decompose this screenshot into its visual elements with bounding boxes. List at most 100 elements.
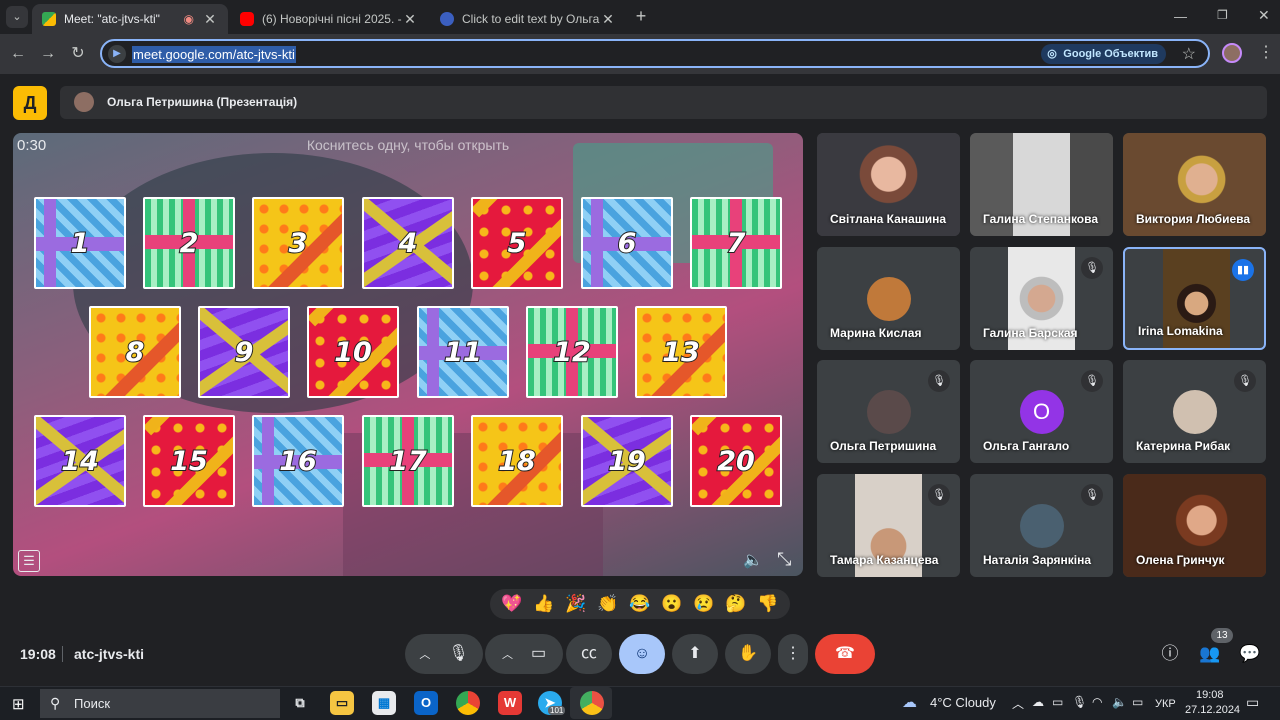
chrome-icon[interactable] bbox=[456, 691, 480, 715]
new-tab-button[interactable]: + bbox=[632, 6, 650, 26]
presentation-stage[interactable]: 0:30 Коснитесь одну, чтобы открыть 1 2 3… bbox=[13, 133, 803, 576]
gift-box[interactable]: 16 bbox=[252, 415, 344, 507]
party-popper-emoji[interactable]: 🎉 bbox=[565, 594, 586, 614]
close-tab-icon[interactable]: ✕ bbox=[402, 11, 418, 28]
close-tab-icon[interactable]: ✕ bbox=[202, 11, 218, 28]
gift-box[interactable]: 3 bbox=[252, 197, 344, 289]
participant-tile[interactable]: 🎙 Галина Барская bbox=[970, 247, 1113, 350]
tab-meet[interactable]: Meet: "atc-jtvs-kti" ◉ ✕ bbox=[32, 4, 228, 34]
gift-box[interactable]: 14 bbox=[34, 415, 126, 507]
volume-icon[interactable]: 🔈 bbox=[743, 550, 763, 570]
raise-hand-button[interactable]: ✋ bbox=[725, 634, 771, 674]
crying-emoji[interactable]: 😢 bbox=[693, 594, 714, 614]
wps-office-icon[interactable]: W bbox=[498, 691, 522, 715]
address-bar[interactable]: ▶ meet.google.com/atc-jtvs-kti ◎ Google О… bbox=[100, 39, 1210, 68]
laughing-emoji[interactable]: 😂 bbox=[629, 594, 650, 614]
thumbs-up-emoji[interactable]: 👍 bbox=[533, 594, 554, 614]
reactions-button[interactable]: ☺ bbox=[619, 634, 665, 674]
gift-box[interactable]: 4 bbox=[362, 197, 454, 289]
exit-fullscreen-icon[interactable]: ⤡ bbox=[777, 549, 791, 570]
chevron-up-icon[interactable]: ︿ bbox=[419, 649, 430, 661]
participant-tile[interactable]: Виктория Любиева bbox=[1123, 133, 1266, 236]
onedrive-icon[interactable]: ☁ bbox=[1032, 695, 1044, 709]
bookmark-star-icon[interactable]: ☆ bbox=[1182, 44, 1196, 64]
speaker-icon[interactable]: 🔈 bbox=[1112, 695, 1127, 709]
meeting-info-icon[interactable]: ⓘ bbox=[1156, 640, 1184, 668]
participant-tile[interactable]: ▮▮ Irina Lomakina bbox=[1123, 247, 1266, 350]
more-options-button[interactable]: ⋮ bbox=[778, 634, 808, 674]
microphone-icon[interactable]: 🎙 bbox=[448, 645, 468, 662]
gift-box[interactable]: 2 bbox=[143, 197, 235, 289]
gift-box[interactable]: 15 bbox=[143, 415, 235, 507]
close-tab-icon[interactable]: ✕ bbox=[600, 11, 616, 28]
participant-tile[interactable]: 🎙 Катерина Рибак bbox=[1123, 360, 1266, 463]
tab-youtube[interactable]: (6) Новорічні пісні 2025. - You ✕ bbox=[230, 4, 428, 34]
site-info-icon[interactable]: ▶ bbox=[108, 45, 126, 63]
gift-box[interactable]: 17 bbox=[362, 415, 454, 507]
tray-overflow-icon[interactable]: ︿ bbox=[1012, 695, 1024, 712]
task-view-icon[interactable]: ⧉ bbox=[288, 691, 312, 715]
sparkling-heart-emoji[interactable]: 💖 bbox=[501, 594, 522, 614]
participant-tile[interactable]: Олена Гринчук bbox=[1123, 474, 1266, 577]
outlook-icon[interactable]: O bbox=[414, 691, 438, 715]
thumbs-down-emoji[interactable]: 👎 bbox=[757, 594, 778, 614]
participant-tile[interactable]: Галина Степанкова bbox=[970, 133, 1113, 236]
participant-tile[interactable]: 🎙 Тамара Казанцева bbox=[817, 474, 960, 577]
notifications-icon[interactable]: ▭ bbox=[1246, 694, 1259, 711]
gift-box[interactable]: 12 bbox=[526, 306, 618, 398]
gift-box[interactable]: 5 bbox=[471, 197, 563, 289]
restore-icon[interactable]: ❐ bbox=[1217, 8, 1228, 22]
profile-avatar[interactable] bbox=[1222, 43, 1242, 63]
weather-icon[interactable]: ☁ bbox=[902, 693, 917, 711]
microsoft-store-icon[interactable]: ▦ bbox=[372, 691, 396, 715]
language-indicator[interactable]: УКР bbox=[1155, 698, 1176, 710]
gift-box[interactable]: 1 bbox=[34, 197, 126, 289]
back-icon[interactable]: ← bbox=[6, 42, 30, 66]
mic-tray-icon[interactable]: 🎙 bbox=[1072, 695, 1087, 709]
thinking-emoji[interactable]: 🤔 bbox=[725, 594, 746, 614]
url-text[interactable]: meet.google.com/atc-jtvs-kti bbox=[132, 46, 296, 63]
reload-icon[interactable]: ↻ bbox=[66, 42, 90, 66]
clapping-emoji[interactable]: 👏 bbox=[597, 594, 618, 614]
taskbar-time[interactable]: 19:08 bbox=[1196, 689, 1224, 701]
browser-menu-icon[interactable]: ⋮ bbox=[1258, 42, 1274, 62]
gift-box[interactable]: 8 bbox=[89, 306, 181, 398]
file-explorer-icon[interactable]: ▭ bbox=[330, 691, 354, 715]
participant-tile[interactable]: Марина Кислая bbox=[817, 247, 960, 350]
gift-box[interactable]: 9 bbox=[198, 306, 290, 398]
close-window-icon[interactable]: ✕ bbox=[1258, 7, 1270, 24]
display-icon[interactable]: ▭ bbox=[1052, 695, 1063, 709]
forward-icon[interactable]: → bbox=[36, 42, 60, 66]
gift-box[interactable]: 18 bbox=[471, 415, 563, 507]
captions-menu-icon[interactable]: ☰ bbox=[18, 550, 40, 572]
chevron-up-icon[interactable]: ︿ bbox=[502, 649, 513, 661]
microphone-control[interactable]: ︿ 🎙 bbox=[405, 634, 483, 674]
participant-tile[interactable]: 🎙 Наталія Зарянкіна bbox=[970, 474, 1113, 577]
google-lens-button[interactable]: ◎ Google Объектив bbox=[1041, 44, 1166, 64]
taskbar-date[interactable]: 27.12.2024 bbox=[1185, 704, 1240, 716]
present-screen-button[interactable]: ⬆ bbox=[672, 634, 718, 674]
people-icon[interactable]: 👥 bbox=[1196, 640, 1224, 668]
tab-list-button[interactable]: ⌄ bbox=[6, 6, 28, 28]
chat-icon[interactable]: 💬 bbox=[1236, 640, 1264, 668]
participant-tile[interactable]: 🎙 Ольга Петришина bbox=[817, 360, 960, 463]
gift-box[interactable]: 13 bbox=[635, 306, 727, 398]
battery-icon[interactable]: ▭ bbox=[1132, 695, 1143, 709]
gift-box[interactable]: 10 bbox=[307, 306, 399, 398]
captions-button[interactable]: ㏄ bbox=[566, 634, 612, 674]
leave-call-button[interactable]: ☎ bbox=[815, 634, 875, 674]
camera-icon[interactable]: ▭ bbox=[531, 645, 546, 662]
gift-box[interactable]: 11 bbox=[417, 306, 509, 398]
wifi-icon[interactable]: ◠ bbox=[1092, 695, 1102, 709]
camera-control[interactable]: ︿ ▭ bbox=[485, 634, 563, 674]
participant-tile[interactable]: Світлана Канашина bbox=[817, 133, 960, 236]
participant-tile[interactable]: О 🎙 Ольга Гангало bbox=[970, 360, 1113, 463]
gift-box[interactable]: 19 bbox=[581, 415, 673, 507]
gift-box[interactable]: 20 bbox=[690, 415, 782, 507]
windows-start-icon[interactable]: ⊞ bbox=[12, 695, 25, 713]
taskbar-search[interactable]: ⚲ Поиск bbox=[40, 689, 280, 718]
weather-text[interactable]: 4°C Cloudy bbox=[930, 695, 996, 710]
tab-edit-text[interactable]: Click to edit text by Ольга Петр ✕ bbox=[430, 4, 626, 34]
minimize-icon[interactable]: — bbox=[1174, 9, 1187, 24]
surprised-emoji[interactable]: 😮 bbox=[661, 594, 682, 614]
